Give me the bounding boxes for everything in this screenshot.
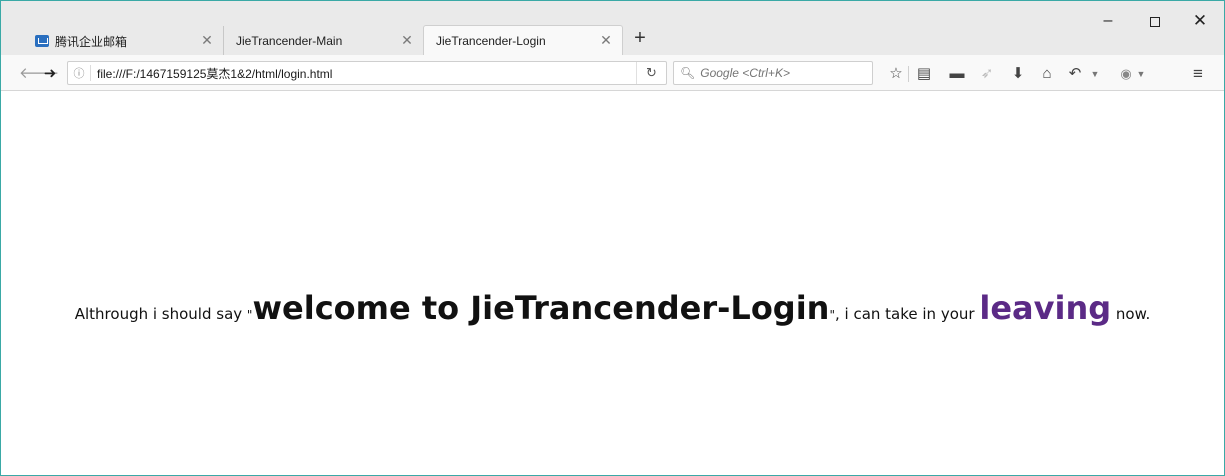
maximize-icon [1150, 17, 1160, 28]
home-icon[interactable]: ⌂ [1036, 63, 1058, 85]
message-prefix: Althrough i should say [74, 305, 247, 323]
tab-close-icon[interactable]: ✕ [399, 32, 415, 48]
tab-mail[interactable]: 腾讯企业邮箱 ✕ [23, 26, 223, 56]
send-icon[interactable]: ➶ [976, 63, 998, 85]
star-icon[interactable]: ☆ [885, 63, 907, 85]
mail-favicon-icon [35, 35, 49, 47]
forward-button[interactable]: ➜ [39, 63, 61, 85]
search-box[interactable]: 🔍︎ [673, 61, 873, 85]
reload-icon[interactable]: ↻ [636, 62, 666, 84]
minimize-button[interactable]: – [1098, 11, 1118, 31]
search-icon: 🔍︎ [680, 66, 696, 80]
folder-icon[interactable]: ▬ [946, 63, 968, 85]
tab-close-icon[interactable]: ✕ [598, 32, 614, 48]
info-icon[interactable]: ⓘ [68, 65, 90, 81]
tab-label: JieTrancender-Login [436, 34, 546, 48]
menu-icon[interactable]: ≡ [1187, 63, 1209, 85]
browser-window: 腾讯企业邮箱 ✕ JieTrancender-Main ✕ JieTrancen… [0, 0, 1225, 476]
navigation-bar: 🡐 ➜ ⓘ file:///F:/1467159125莫杰1&2/html/lo… [1, 55, 1224, 91]
tab-login[interactable]: JieTrancender-Login ✕ [423, 25, 623, 56]
reader-icon[interactable]: ▤ [913, 63, 935, 85]
back-button[interactable]: 🡐 [19, 63, 59, 85]
search-input[interactable] [700, 66, 861, 80]
message-middle: , i can take in your [834, 305, 980, 323]
undo-dropdown-icon[interactable]: ▼ [1084, 63, 1106, 85]
maximize-button[interactable] [1145, 11, 1165, 31]
tab-close-icon[interactable]: ✕ [199, 32, 215, 48]
tab-label: JieTrancender-Main [236, 34, 343, 48]
leaving-word: leaving [979, 289, 1112, 327]
page-content: Althrough i should say "welcome to JieTr… [1, 92, 1224, 475]
tab-strip: 腾讯企业邮箱 ✕ JieTrancender-Main ✕ JieTrancen… [1, 1, 1224, 56]
leaving-message: Althrough i should say "welcome to JieTr… [1, 289, 1224, 327]
tab-label: 腾讯企业邮箱 [55, 34, 128, 49]
new-tab-button[interactable]: + [629, 28, 651, 50]
close-window-button[interactable]: ✕ [1190, 11, 1210, 31]
undo-icon[interactable]: ↶ [1064, 63, 1086, 85]
url-divider [90, 65, 91, 81]
adblock-dropdown-icon[interactable]: ▼ [1130, 63, 1152, 85]
address-bar[interactable]: ⓘ file:///F:/1467159125莫杰1&2/html/login.… [67, 61, 667, 85]
download-icon[interactable]: ⬇ [1007, 63, 1029, 85]
tab-main[interactable]: JieTrancender-Main ✕ [223, 26, 423, 56]
message-suffix: now. [1111, 305, 1151, 323]
url-text[interactable]: file:///F:/1467159125莫杰1&2/html/login.ht… [97, 65, 636, 82]
welcome-heading: welcome to JieTrancender-Login [252, 289, 830, 327]
toolbar-divider [908, 66, 909, 82]
